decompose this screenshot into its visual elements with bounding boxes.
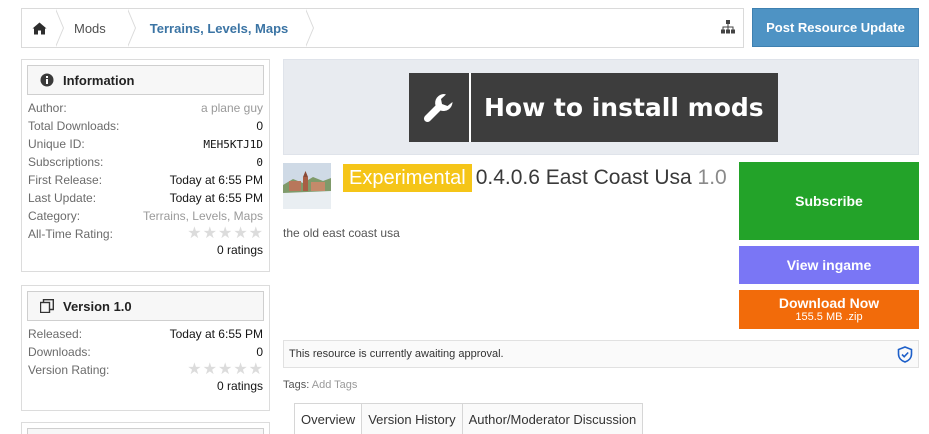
star-icon: ★ xyxy=(248,361,263,378)
ratings-count: 0 ratings xyxy=(216,243,263,257)
download-label: Download Now xyxy=(778,295,880,311)
breadcrumb: Mods Terrains, Levels, Maps xyxy=(21,8,744,48)
breadcrumb-mods[interactable]: Mods xyxy=(56,9,136,47)
star-icon: ★ xyxy=(187,225,202,242)
resource-title: Experimental 0.4.0.6 East Coast Usa 1.0 xyxy=(343,163,733,193)
resource-version: 1.0 xyxy=(697,166,727,189)
information-header: Information xyxy=(27,65,264,95)
breadcrumb-category[interactable]: Terrains, Levels, Maps xyxy=(128,9,314,47)
subscribe-button[interactable]: Subscribe xyxy=(739,162,919,240)
star-icon: ★ xyxy=(217,361,233,378)
version-row-rating: Version Rating: ★ ★ ★ ★ ★ xyxy=(28,361,263,378)
sitemap-icon[interactable] xyxy=(721,20,735,37)
info-row-unique-id: Unique ID: MEH5KTJ1D xyxy=(28,137,263,151)
tab-overview[interactable]: Overview xyxy=(294,403,363,434)
star-icon: ★ xyxy=(217,225,233,242)
info-row-rating: All-Time Rating: ★ ★ ★ ★ ★ xyxy=(28,225,263,242)
approval-notice-text: This resource is currently awaiting appr… xyxy=(289,348,504,360)
home-icon xyxy=(32,22,46,34)
tab-version-history[interactable]: Version History xyxy=(361,403,463,434)
star-icon: ★ xyxy=(202,361,217,378)
info-row-author: Author: a plane guy xyxy=(28,101,263,115)
view-ingame-button[interactable]: View ingame xyxy=(739,246,919,284)
star-icon: ★ xyxy=(202,225,217,242)
add-tags-link[interactable]: Add Tags xyxy=(312,379,358,391)
info-icon xyxy=(40,73,54,87)
tags-label: Tags: xyxy=(283,379,310,391)
info-row-category: Category: Terrains, Levels, Maps xyxy=(28,209,263,223)
version-box: Version 1.0 Released: Today at 6:55 PM Do… xyxy=(21,285,270,411)
approval-notice: This resource is currently awaiting appr… xyxy=(283,340,919,368)
rating-stars: ★ ★ ★ ★ ★ xyxy=(187,226,263,242)
tab-author-moderator-discussion[interactable]: Author/Moderator Discussion xyxy=(461,403,644,434)
sidebar-box-partial xyxy=(21,422,270,434)
shield-check-icon xyxy=(897,346,913,366)
resource-tabs: Overview Version History Author/Moderato… xyxy=(294,403,644,434)
version-row-released: Released: Today at 6:55 PM xyxy=(28,327,263,341)
wrench-icon xyxy=(409,73,471,142)
info-row-first-release: First Release: Today at 6:55 PM xyxy=(28,173,263,187)
category-link[interactable]: Terrains, Levels, Maps xyxy=(143,209,263,223)
star-icon: ★ xyxy=(187,361,202,378)
how-to-install-link[interactable]: How to install mods xyxy=(409,73,778,142)
version-rating-stars: ★ ★ ★ ★ ★ xyxy=(187,362,263,378)
post-resource-update-button[interactable]: Post Resource Update xyxy=(752,8,919,47)
info-row-total-downloads: Total Downloads: 0 xyxy=(28,119,263,133)
information-box: Information Author: a plane guy Total Dow… xyxy=(21,59,270,272)
download-size: 155.5 MB .zip xyxy=(795,311,863,323)
install-mods-banner: How to install mods xyxy=(283,59,919,155)
resource-tagline: the old east coast usa xyxy=(283,226,400,240)
copy-icon xyxy=(40,299,54,313)
experimental-badge: Experimental xyxy=(343,164,472,192)
resource-name: 0.4.0.6 East Coast Usa xyxy=(475,166,692,189)
star-icon: ★ xyxy=(233,361,248,378)
star-icon: ★ xyxy=(248,225,263,242)
version-header: Version 1.0 xyxy=(27,291,264,321)
version-row-downloads: Downloads: 0 xyxy=(28,345,263,359)
star-icon: ★ xyxy=(233,225,248,242)
info-row-subscriptions: Subscriptions: 0 xyxy=(28,155,263,169)
banner-text: How to install mods xyxy=(484,93,764,122)
resource-thumbnail xyxy=(283,163,331,209)
author-link[interactable]: a plane guy xyxy=(201,101,263,115)
version-title: Version 1.0 xyxy=(63,298,132,314)
info-row-last-update: Last Update: Today at 6:55 PM xyxy=(28,191,263,205)
tags-row: Tags: Add Tags xyxy=(283,379,357,391)
breadcrumb-home[interactable] xyxy=(22,9,64,47)
information-title: Information xyxy=(63,72,135,88)
download-now-button[interactable]: Download Now 155.5 MB .zip xyxy=(739,290,919,329)
version-ratings-count: 0 ratings xyxy=(216,379,263,393)
